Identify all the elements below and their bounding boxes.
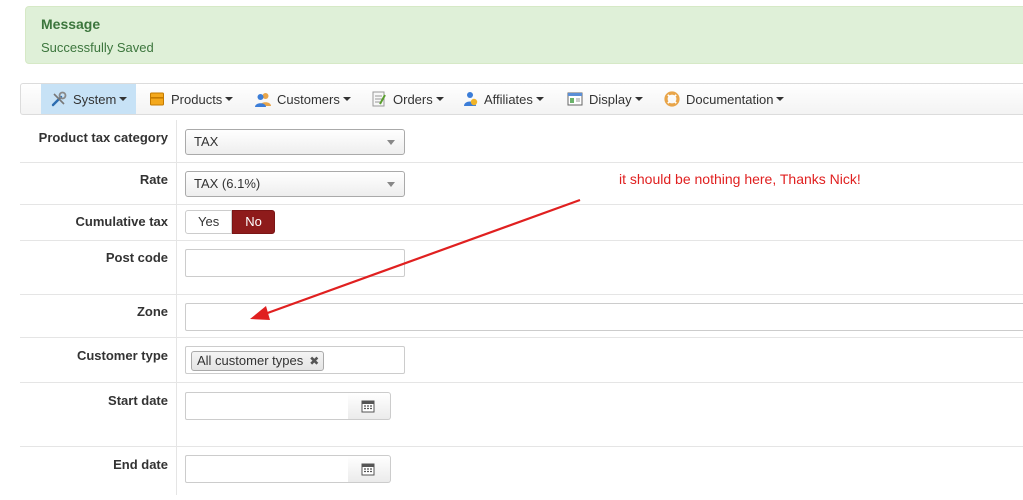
annotation-arrow (250, 198, 581, 320)
